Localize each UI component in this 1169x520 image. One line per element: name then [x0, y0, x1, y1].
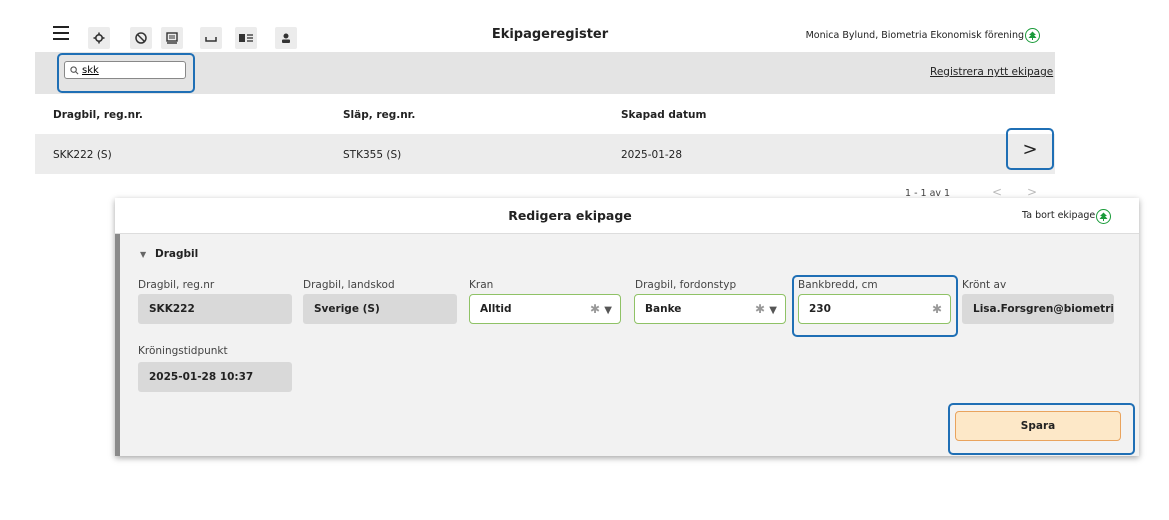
bankbredd-input[interactable]: 230 ✱ — [798, 294, 951, 324]
save-button[interactable]: Spara — [955, 411, 1121, 441]
modal-title: Redigera ekipage — [508, 208, 632, 223]
landskod-field: Sverige (S) — [303, 294, 457, 324]
delete-ekipage-button[interactable]: Ta bort ekipage — [1022, 210, 1095, 221]
cell-dragbil: SKK222 (S) — [53, 149, 112, 161]
no-entry-icon[interactable] — [130, 27, 152, 49]
gear-icon[interactable] — [88, 27, 110, 49]
section-stripe — [115, 234, 120, 456]
clear-icon[interactable]: ✱ — [590, 302, 600, 316]
clear-icon[interactable]: ✱ — [755, 302, 765, 316]
chevron-down-icon[interactable]: ▼ — [769, 305, 777, 316]
regnr-field: SKK222 — [138, 294, 292, 324]
chevron-right-icon: > — [1022, 138, 1038, 160]
column-header-dragbil[interactable]: Dragbil, reg.nr. — [53, 109, 143, 121]
column-header-slap[interactable]: Släp, reg.nr. — [343, 109, 415, 121]
register-new-link[interactable]: Registrera nytt ekipage — [930, 66, 1053, 78]
cell-slap: STK355 (S) — [343, 149, 402, 161]
search-icon — [70, 65, 79, 74]
clear-icon[interactable]: ✱ — [932, 302, 942, 316]
row-open-button[interactable]: > — [1006, 128, 1054, 170]
section-title[interactable]: Dragbil — [155, 248, 198, 260]
kran-value: Alltid — [480, 303, 512, 315]
label-kran: Kran — [469, 279, 494, 291]
kran-select[interactable]: Alltid ✱ ▼ — [469, 294, 621, 324]
collapse-toggle-icon[interactable]: ▼ — [140, 250, 146, 259]
search-input[interactable] — [82, 64, 177, 76]
chevron-down-icon[interactable]: ▼ — [604, 305, 612, 316]
company-logo-icon — [1096, 209, 1111, 224]
bankbredd-value: 230 — [809, 303, 831, 315]
fordonstyp-value: Banke — [645, 303, 682, 315]
truck-icon[interactable] — [161, 27, 183, 49]
table-row[interactable] — [35, 134, 1055, 174]
user-name: Monica Bylund, Biometria Ekonomisk fören… — [805, 30, 1024, 41]
label-regnr: Dragbil, reg.nr — [138, 279, 215, 291]
vehicle-list-icon[interactable] — [235, 27, 257, 49]
kront-field: Lisa.Forsgren@biometria.se — [962, 294, 1114, 324]
search-field[interactable] — [64, 61, 186, 79]
label-landskod: Dragbil, landskod — [303, 279, 395, 291]
company-logo-icon — [1025, 28, 1040, 43]
menu-icon[interactable] — [53, 26, 69, 40]
user-icon[interactable] — [275, 27, 297, 49]
trailer-icon[interactable] — [200, 27, 222, 49]
kroningstid-field: 2025-01-28 10:37 — [138, 362, 292, 392]
fordonstyp-select[interactable]: Banke ✱ ▼ — [634, 294, 786, 324]
cell-skapad: 2025-01-28 — [621, 149, 683, 161]
pager-prev-button[interactable]: < — [992, 185, 1002, 199]
label-fordonstyp: Dragbil, fordonstyp — [635, 279, 737, 291]
column-header-skapad[interactable]: Skapad datum — [621, 109, 706, 121]
page-title: Ekipageregister — [491, 27, 609, 42]
pager-next-button[interactable]: > — [1027, 185, 1037, 199]
label-kront: Krönt av — [962, 279, 1007, 291]
label-kroningstid: Kröningstidpunkt — [138, 345, 228, 357]
